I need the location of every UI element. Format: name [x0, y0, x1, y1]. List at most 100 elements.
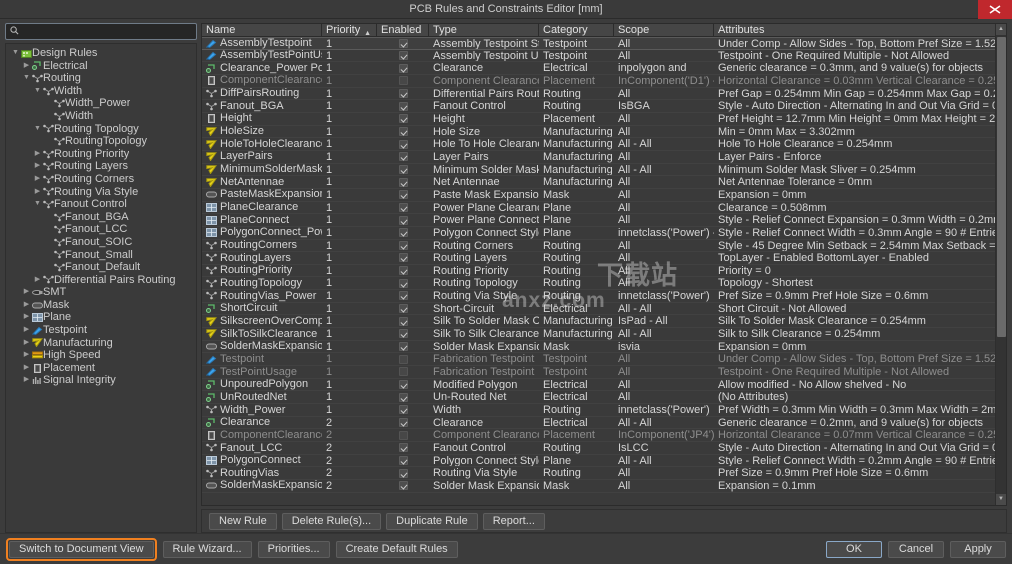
enabled-checkbox-cell[interactable]: [377, 467, 429, 479]
checkbox-checked-icon[interactable]: [398, 291, 408, 301]
tree-item-differential-pairs-routing[interactable]: ▶ Differential Pairs Routing: [6, 274, 196, 287]
enabled-checkbox-cell[interactable]: [377, 252, 429, 264]
enabled-checkbox-cell[interactable]: [377, 303, 429, 315]
table-row[interactable]: SolderMaskExpansion 2 Solder Mask Expansio…: [202, 480, 1006, 493]
checkbox-checked-icon[interactable]: [398, 240, 408, 250]
scroll-track[interactable]: [995, 35, 1006, 494]
expander-expand-icon[interactable]: ▶: [32, 160, 43, 173]
table-row[interactable]: PlaneConnect 1 Power Plane Connect Plane All…: [202, 214, 1006, 227]
checkbox-checked-icon[interactable]: [398, 304, 408, 314]
enabled-checkbox-cell[interactable]: [377, 164, 429, 176]
enabled-checkbox-cell[interactable]: [377, 442, 429, 454]
checkbox-checked-icon[interactable]: [398, 164, 408, 174]
expander-expand-icon[interactable]: ▶: [21, 311, 32, 324]
grid-column-header-type[interactable]: Type: [429, 24, 539, 36]
enabled-checkbox-cell[interactable]: [377, 277, 429, 289]
table-row[interactable]: SolderMaskExpansion_Po 1 Solder Mask Expan…: [202, 341, 1006, 354]
grid-column-header-attributes[interactable]: Attributes: [714, 24, 1006, 36]
checkbox-checked-icon[interactable]: [398, 228, 408, 238]
checkbox-checked-icon[interactable]: [398, 114, 408, 124]
enabled-checkbox-cell[interactable]: [377, 391, 429, 403]
priorities-button[interactable]: Priorities...: [257, 540, 330, 558]
table-row[interactable]: DiffPairsRouting 1 Differential Pairs Rout…: [202, 88, 1006, 101]
enabled-checkbox-cell[interactable]: [377, 240, 429, 252]
enabled-checkbox-cell[interactable]: [377, 189, 429, 201]
table-row[interactable]: AssemblyTestPointUsage 1 Assembly Testpoin…: [202, 50, 1006, 63]
checkbox-checked-icon[interactable]: [398, 392, 408, 402]
expander-expand-icon[interactable]: ▶: [21, 337, 32, 350]
table-row[interactable]: PolygonConnect 2 Polygon Connect Stylе Plan…: [202, 455, 1006, 468]
table-row[interactable]: UnpouredPolygon 1 Modified Polygon Electric…: [202, 379, 1006, 392]
table-row[interactable]: RoutingLayers 1 Routing Layers Routing All To…: [202, 252, 1006, 265]
enabled-checkbox-cell[interactable]: [377, 113, 429, 125]
tree-item-high-speed[interactable]: ▶ High Speed: [6, 349, 196, 362]
table-row[interactable]: HoleToHoleClearance 1 Hole To Hole Clearan…: [202, 138, 1006, 151]
scroll-up-icon[interactable]: ▲: [995, 24, 1006, 35]
switch-to-document-view-button[interactable]: Switch to Document View: [9, 540, 154, 558]
grid-column-header-enabled[interactable]: Enabled: [377, 24, 429, 36]
enabled-checkbox-cell[interactable]: [377, 480, 429, 492]
tree-item-manufacturing[interactable]: ▶ Manufacturing: [6, 337, 196, 350]
table-row[interactable]: TestPointUsage 1 Fabrication Testpoint Test…: [202, 366, 1006, 379]
tree-item-smt[interactable]: ▶ SMT: [6, 286, 196, 299]
enabled-checkbox-cell[interactable]: [377, 214, 429, 226]
table-row[interactable]: ShortCircuit 1 Short-Circuit Electrical All …: [202, 303, 1006, 316]
tree-item-signal-integrity[interactable]: ▶ Signal Integrity: [6, 374, 196, 387]
expander-expand-icon[interactable]: ▶: [32, 274, 43, 287]
checkbox-checked-icon[interactable]: [398, 455, 408, 465]
checkbox-checked-icon[interactable]: [398, 63, 408, 73]
expander-collapse-icon[interactable]: ▼: [32, 198, 43, 211]
grid-column-header-priority[interactable]: Priority ▲: [322, 24, 377, 36]
tree-item-width[interactable]: ▼ Width: [6, 85, 196, 98]
close-icon[interactable]: [978, 0, 1012, 19]
tree-item-plane[interactable]: ▶ Plane: [6, 311, 196, 324]
table-row[interactable]: PasteMaskExpansion 1 Paste Mask Expansion M…: [202, 189, 1006, 202]
search-input[interactable]: [23, 25, 192, 38]
expander-expand-icon[interactable]: ▶: [21, 374, 32, 387]
expander-expand-icon[interactable]: ▶: [32, 186, 43, 199]
enabled-checkbox-cell[interactable]: [377, 176, 429, 188]
table-row[interactable]: RoutingPriority 1 Routing Priority Routing A…: [202, 265, 1006, 278]
table-row[interactable]: Width_Power 1 Width Routing innetclass('Powe…: [202, 404, 1006, 417]
tree-item-width[interactable]: Width: [6, 110, 196, 123]
enabled-checkbox-cell[interactable]: [377, 290, 429, 302]
scroll-down-icon[interactable]: ▼: [995, 494, 1006, 505]
tree-item-routingtopology[interactable]: RoutingTopology: [6, 135, 196, 148]
enabled-checkbox-cell[interactable]: [377, 404, 429, 416]
expander-expand-icon[interactable]: ▶: [21, 299, 32, 312]
report-button[interactable]: Report...: [482, 512, 545, 530]
table-row[interactable]: RoutingVias_Power 1 Routing Via Style Routi…: [202, 290, 1006, 303]
enabled-checkbox-cell[interactable]: [377, 126, 429, 138]
table-row[interactable]: Testpoint 1 Fabrication Testpoint Testpoint…: [202, 353, 1006, 367]
tree-item-fanout-small[interactable]: Fanout_Small: [6, 249, 196, 262]
enabled-checkbox-cell[interactable]: [377, 353, 429, 365]
enabled-checkbox-cell[interactable]: [377, 429, 429, 441]
grid-column-header-scope[interactable]: Scope: [614, 24, 714, 36]
expander-expand-icon[interactable]: ▶: [21, 349, 32, 362]
enabled-checkbox-cell[interactable]: [377, 379, 429, 391]
table-row[interactable]: NetAntennae 1 Net Antennae Manufacturing All…: [202, 176, 1006, 189]
tree-item-routing-corners[interactable]: ▶ Routing Corners: [6, 173, 196, 186]
tree-item-fanout-soic[interactable]: Fanout_SOIC: [6, 236, 196, 249]
ok-button[interactable]: OK: [826, 540, 882, 558]
enabled-checkbox-cell[interactable]: [377, 62, 429, 74]
checkbox-checked-icon[interactable]: [398, 139, 408, 149]
enabled-checkbox-cell[interactable]: [377, 88, 429, 100]
checkbox-checked-icon[interactable]: [398, 481, 408, 491]
table-row[interactable]: SilkToSilkClearance 1 Silk To Silk Clearan…: [202, 328, 1006, 341]
cancel-button[interactable]: Cancel: [888, 540, 944, 558]
enabled-checkbox-cell[interactable]: [377, 366, 429, 378]
enabled-checkbox-cell[interactable]: [377, 455, 429, 467]
enabled-checkbox-cell[interactable]: [377, 417, 429, 429]
enabled-checkbox-cell[interactable]: [377, 100, 429, 112]
table-row[interactable]: ComponentClearance_JP4 2 Component Clearan…: [202, 429, 1006, 442]
table-row[interactable]: SilkscreenOverComponen 1 Silk To Solder Ma…: [202, 315, 1006, 329]
table-row[interactable]: RoutingCorners 1 Routing Corners Routing All…: [202, 240, 1006, 253]
search-box[interactable]: [5, 23, 197, 40]
enabled-checkbox-cell[interactable]: [377, 328, 429, 340]
tree-item-testpoint[interactable]: ▶ Testpoint: [6, 324, 196, 337]
expander-expand-icon[interactable]: ▶: [21, 324, 32, 337]
expander-collapse-icon[interactable]: ▼: [10, 47, 21, 60]
enabled-checkbox-cell[interactable]: [377, 50, 429, 62]
tree-item-design-rules[interactable]: ▼ Design Rules: [6, 47, 196, 60]
